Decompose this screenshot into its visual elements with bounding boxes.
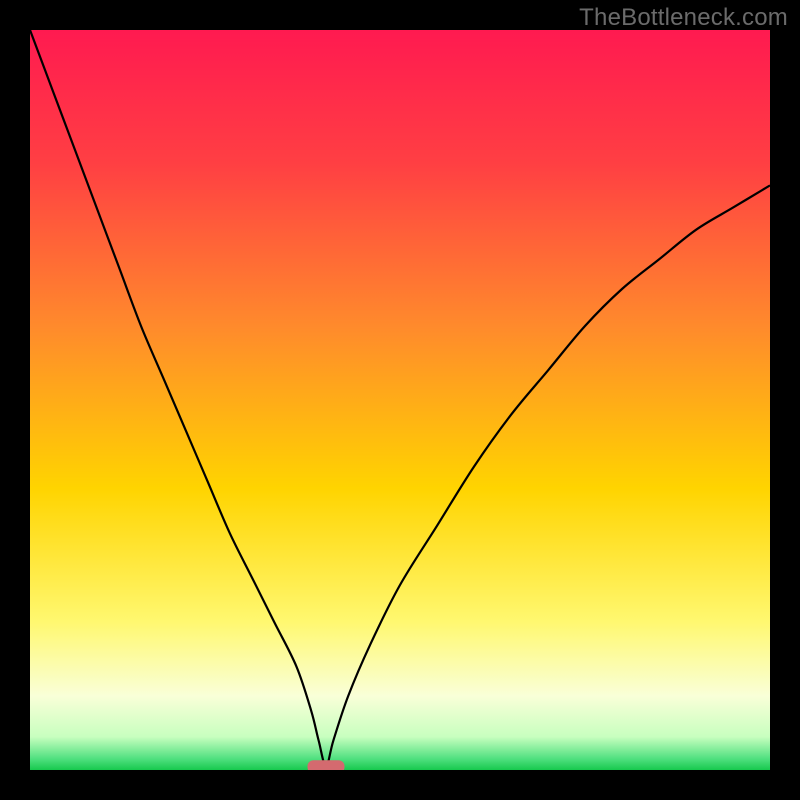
gradient-background — [30, 30, 770, 770]
watermark-text: TheBottleneck.com — [579, 4, 788, 32]
plot-area — [30, 30, 770, 770]
chart-frame: TheBottleneck.com — [0, 0, 800, 800]
bottleneck-chart — [30, 30, 770, 770]
bottleneck-marker — [308, 760, 345, 770]
